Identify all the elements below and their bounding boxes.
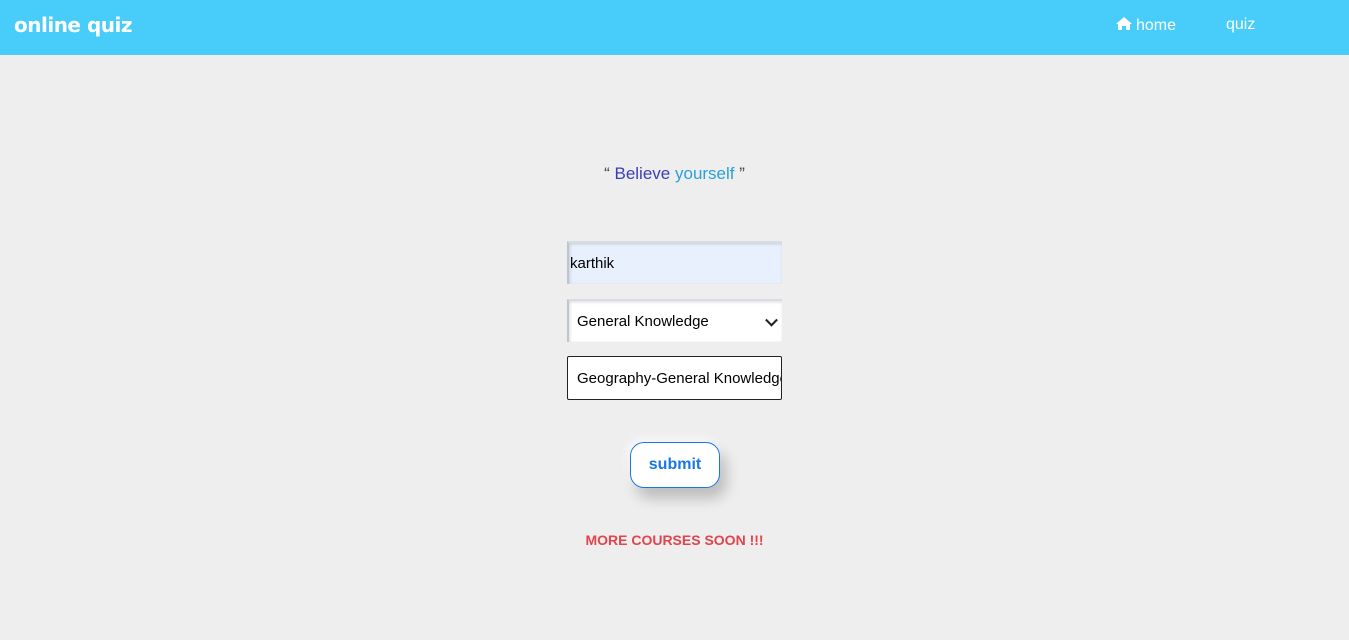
nav-quiz-link[interactable]: quiz (1226, 16, 1255, 34)
name-input[interactable] (567, 241, 782, 284)
topic-value: Geography-General Knowledge (577, 369, 782, 387)
topic-field[interactable]: Geography-General Knowledge (567, 356, 782, 400)
home-icon (1115, 16, 1133, 36)
motivational-quote: “ Believe yourself ” (0, 164, 1349, 184)
quote-close: ” (739, 164, 745, 183)
nav-home-label: home (1136, 17, 1177, 34)
category-select[interactable]: General Knowledge (567, 299, 782, 342)
brand-logo[interactable]: online quiz (14, 13, 133, 37)
category-selected-value: General Knowledge (577, 313, 709, 330)
quote-word-believe: Believe (614, 164, 671, 183)
quote-open: “ (604, 164, 610, 183)
chevron-down-icon (765, 313, 778, 327)
top-navbar: online quiz home quiz (0, 0, 1349, 55)
quote-word-yourself: yourself (674, 164, 735, 183)
nav-home-link[interactable]: home (1115, 16, 1176, 36)
more-courses-notice: MORE COURSES SOON !!! (585, 532, 764, 548)
submit-button[interactable]: submit (630, 442, 720, 488)
